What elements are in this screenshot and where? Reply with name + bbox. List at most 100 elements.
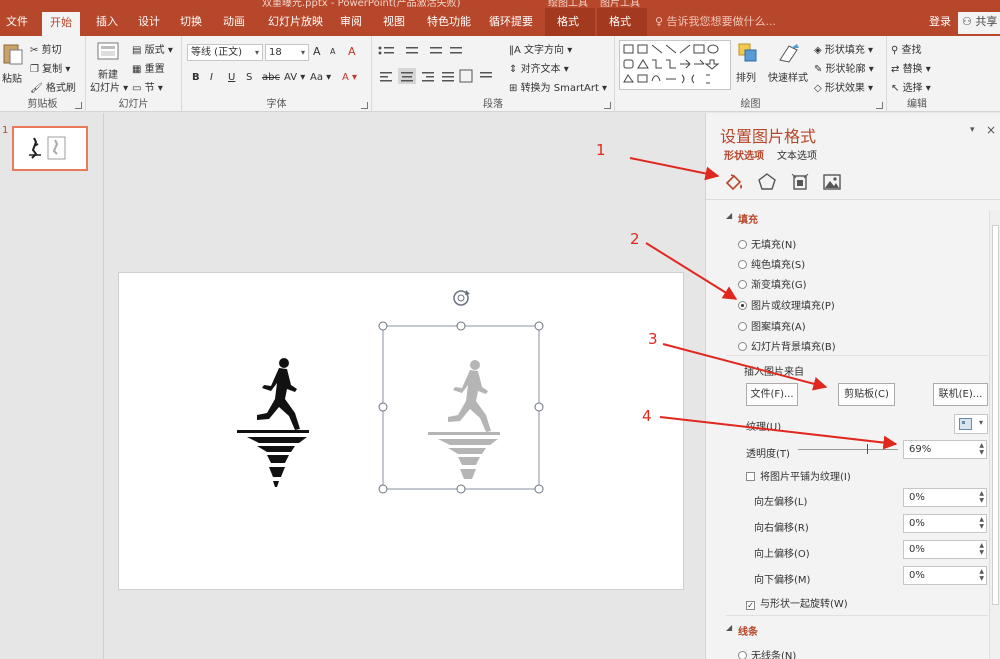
char-spacing-button[interactable]: AV ▾ (284, 72, 305, 83)
tab-review[interactable]: 审阅 (340, 8, 362, 36)
tab-features[interactable]: 特色功能 (427, 8, 471, 36)
clear-format-button[interactable]: A (348, 45, 356, 58)
align-text-button[interactable]: ⇕ 对齐文本 ▾ (509, 60, 569, 75)
runner-silhouette-black[interactable] (237, 358, 309, 487)
transparency-slider[interactable] (798, 444, 898, 454)
offset-right-spinner[interactable]: 0% ▲ ▼ (903, 514, 987, 533)
login-link[interactable]: 登录 (929, 8, 951, 36)
arrange-button[interactable] (737, 42, 759, 64)
find-button[interactable]: ⚲ 查找 (891, 41, 922, 56)
tell-me-input[interactable]: ♀ 告诉我您想要做什么... (655, 8, 776, 36)
offset-left-spinner[interactable]: 0% ▲ ▼ (903, 488, 987, 507)
rotate-with-shape-checkbox[interactable]: ✓ 与形状一起旋转(W) (746, 595, 848, 610)
italic-button[interactable]: I (210, 72, 213, 83)
tab-format-picture[interactable]: 格式 (609, 8, 631, 36)
tab-view[interactable]: 视图 (383, 8, 405, 36)
tab-home[interactable]: 开始 (42, 12, 80, 36)
paste-button[interactable] (2, 42, 24, 66)
transparency-spinner[interactable]: 69% ▲ ▼ (903, 440, 987, 459)
radio-no-line[interactable]: 无线条(N) (738, 647, 796, 659)
slide[interactable] (118, 272, 684, 590)
tab-transitions[interactable]: 切换 (180, 8, 202, 36)
fill-line-icon[interactable] (722, 171, 744, 193)
dialog-launcher-icon[interactable] (604, 102, 611, 109)
file-button[interactable]: 文件(F)... (746, 383, 798, 406)
copy-button[interactable]: ❐ 复制 ▾ (30, 60, 70, 75)
spinner-arrows-icon[interactable]: ▲ ▼ (979, 516, 984, 530)
rotate-handle-icon[interactable] (453, 290, 470, 306)
shrink-font-button[interactable]: A (330, 47, 335, 56)
runner-silhouette-faded[interactable] (428, 360, 500, 479)
strikethrough-button[interactable]: abc (262, 72, 280, 83)
cut-button[interactable]: ✂ 剪切 (30, 41, 62, 56)
line-section-header[interactable]: 线条 (738, 623, 758, 638)
tile-picture-checkbox[interactable]: 将图片平铺为纹理(I) (746, 468, 851, 483)
convert-smartart-button[interactable]: ⊞ 转换为 SmartArt ▾ (509, 79, 607, 94)
shape-outline-button[interactable]: ✎ 形状轮廓 ▾ (814, 60, 874, 75)
bold-button[interactable]: B (192, 72, 200, 83)
quick-styles-button[interactable] (777, 42, 801, 64)
shapes-gallery[interactable] (619, 40, 731, 90)
shape-fill-button[interactable]: ◈ 形状填充 ▾ (814, 41, 873, 56)
selection-frame[interactable] (378, 321, 544, 494)
text-direction-button[interactable]: ‖A 文字方向 ▾ (509, 41, 572, 56)
radio-slide-background-fill[interactable]: 幻灯片背景填充(B) (738, 338, 836, 353)
layout-button[interactable]: ▤ 版式 ▾ (132, 41, 173, 56)
size-properties-icon[interactable] (789, 171, 811, 193)
tab-slideshow[interactable]: 幻灯片放映 (268, 8, 323, 36)
radio-picture-texture-fill[interactable]: 图片或纹理填充(P) (738, 297, 835, 312)
pane-options-chevron-icon[interactable]: ▾ (970, 125, 975, 135)
replace-button[interactable]: ⇄ 替换 ▾ (891, 60, 931, 75)
tab-animations[interactable]: 动画 (223, 8, 245, 36)
texture-picker[interactable]: ▾ (954, 414, 988, 434)
radio-gradient-fill[interactable]: 渐变填充(G) (738, 276, 807, 291)
font-color-button[interactable]: A ▾ (342, 72, 357, 83)
change-case-button[interactable]: Aa ▾ (310, 72, 331, 83)
tab-loop[interactable]: 循环提要 (489, 8, 533, 36)
font-name-combo[interactable]: 等线 (正文) ▾ (187, 44, 263, 61)
tab-text-options[interactable]: 文本选项 (777, 147, 817, 162)
reset-button[interactable]: ▦ 重置 (132, 60, 165, 75)
format-painter-button[interactable]: 🖌 格式刷 (30, 79, 76, 94)
tab-file[interactable]: 文件 (6, 8, 28, 36)
spinner-arrows-icon[interactable]: ▲ ▼ (979, 442, 984, 456)
new-slide-button[interactable] (96, 41, 120, 63)
radio-pattern-fill[interactable]: 图案填充(A) (738, 318, 806, 333)
font-size-combo[interactable]: 18 ▾ (265, 44, 309, 61)
radio-solid-fill[interactable]: 纯色填充(S) (738, 256, 805, 271)
shape-effects-button[interactable]: ◇ 形状效果 ▾ (814, 79, 873, 94)
tab-shape-options[interactable]: 形状选项 (724, 147, 764, 162)
grow-font-button[interactable]: A (313, 45, 321, 58)
share-button[interactable]: ⚇ 共享 (958, 12, 1000, 34)
transparency-slider-thumb[interactable] (867, 444, 868, 454)
picture-icon[interactable] (821, 171, 843, 193)
section-button[interactable]: ▭ 节 ▾ (132, 79, 163, 94)
clipboard-button[interactable]: 剪贴板(C) (838, 383, 895, 406)
radio-dot (738, 260, 747, 269)
online-button[interactable]: 联机(E)... (933, 383, 988, 406)
spinner-arrows-icon[interactable]: ▲ ▼ (979, 568, 984, 582)
spinner-arrows-icon[interactable]: ▲ ▼ (979, 490, 984, 504)
tab-format-drawing[interactable]: 格式 (557, 8, 579, 36)
slide-thumbnail[interactable] (12, 126, 88, 171)
offset-top-spinner[interactable]: 0% ▲ ▼ (903, 540, 987, 559)
dialog-launcher-icon[interactable] (75, 102, 82, 109)
dialog-launcher-icon[interactable] (361, 102, 368, 109)
collapse-icon[interactable]: ◢ (726, 211, 732, 220)
radio-no-fill[interactable]: 无填充(N) (738, 236, 796, 251)
shadow-button[interactable]: S (246, 72, 252, 83)
scrollbar-thumb[interactable] (992, 225, 999, 605)
select-button[interactable]: ↖ 选择 ▾ (891, 79, 931, 94)
collapse-icon[interactable]: ◢ (726, 623, 732, 632)
close-icon[interactable]: × (986, 123, 996, 137)
underline-button[interactable]: U (228, 72, 235, 83)
dialog-launcher-icon[interactable] (876, 102, 883, 109)
fill-section-header[interactable]: 填充 (738, 211, 758, 226)
align-text-icon: ⇕ (509, 64, 521, 75)
tab-design[interactable]: 设计 (138, 8, 160, 36)
spinner-arrows-icon[interactable]: ▲ ▼ (979, 542, 984, 556)
tab-insert[interactable]: 插入 (96, 8, 118, 36)
effects-pentagon-icon[interactable] (756, 171, 778, 193)
pane-scrollbar[interactable] (989, 211, 1000, 659)
offset-bottom-spinner[interactable]: 0% ▲ ▼ (903, 566, 987, 585)
